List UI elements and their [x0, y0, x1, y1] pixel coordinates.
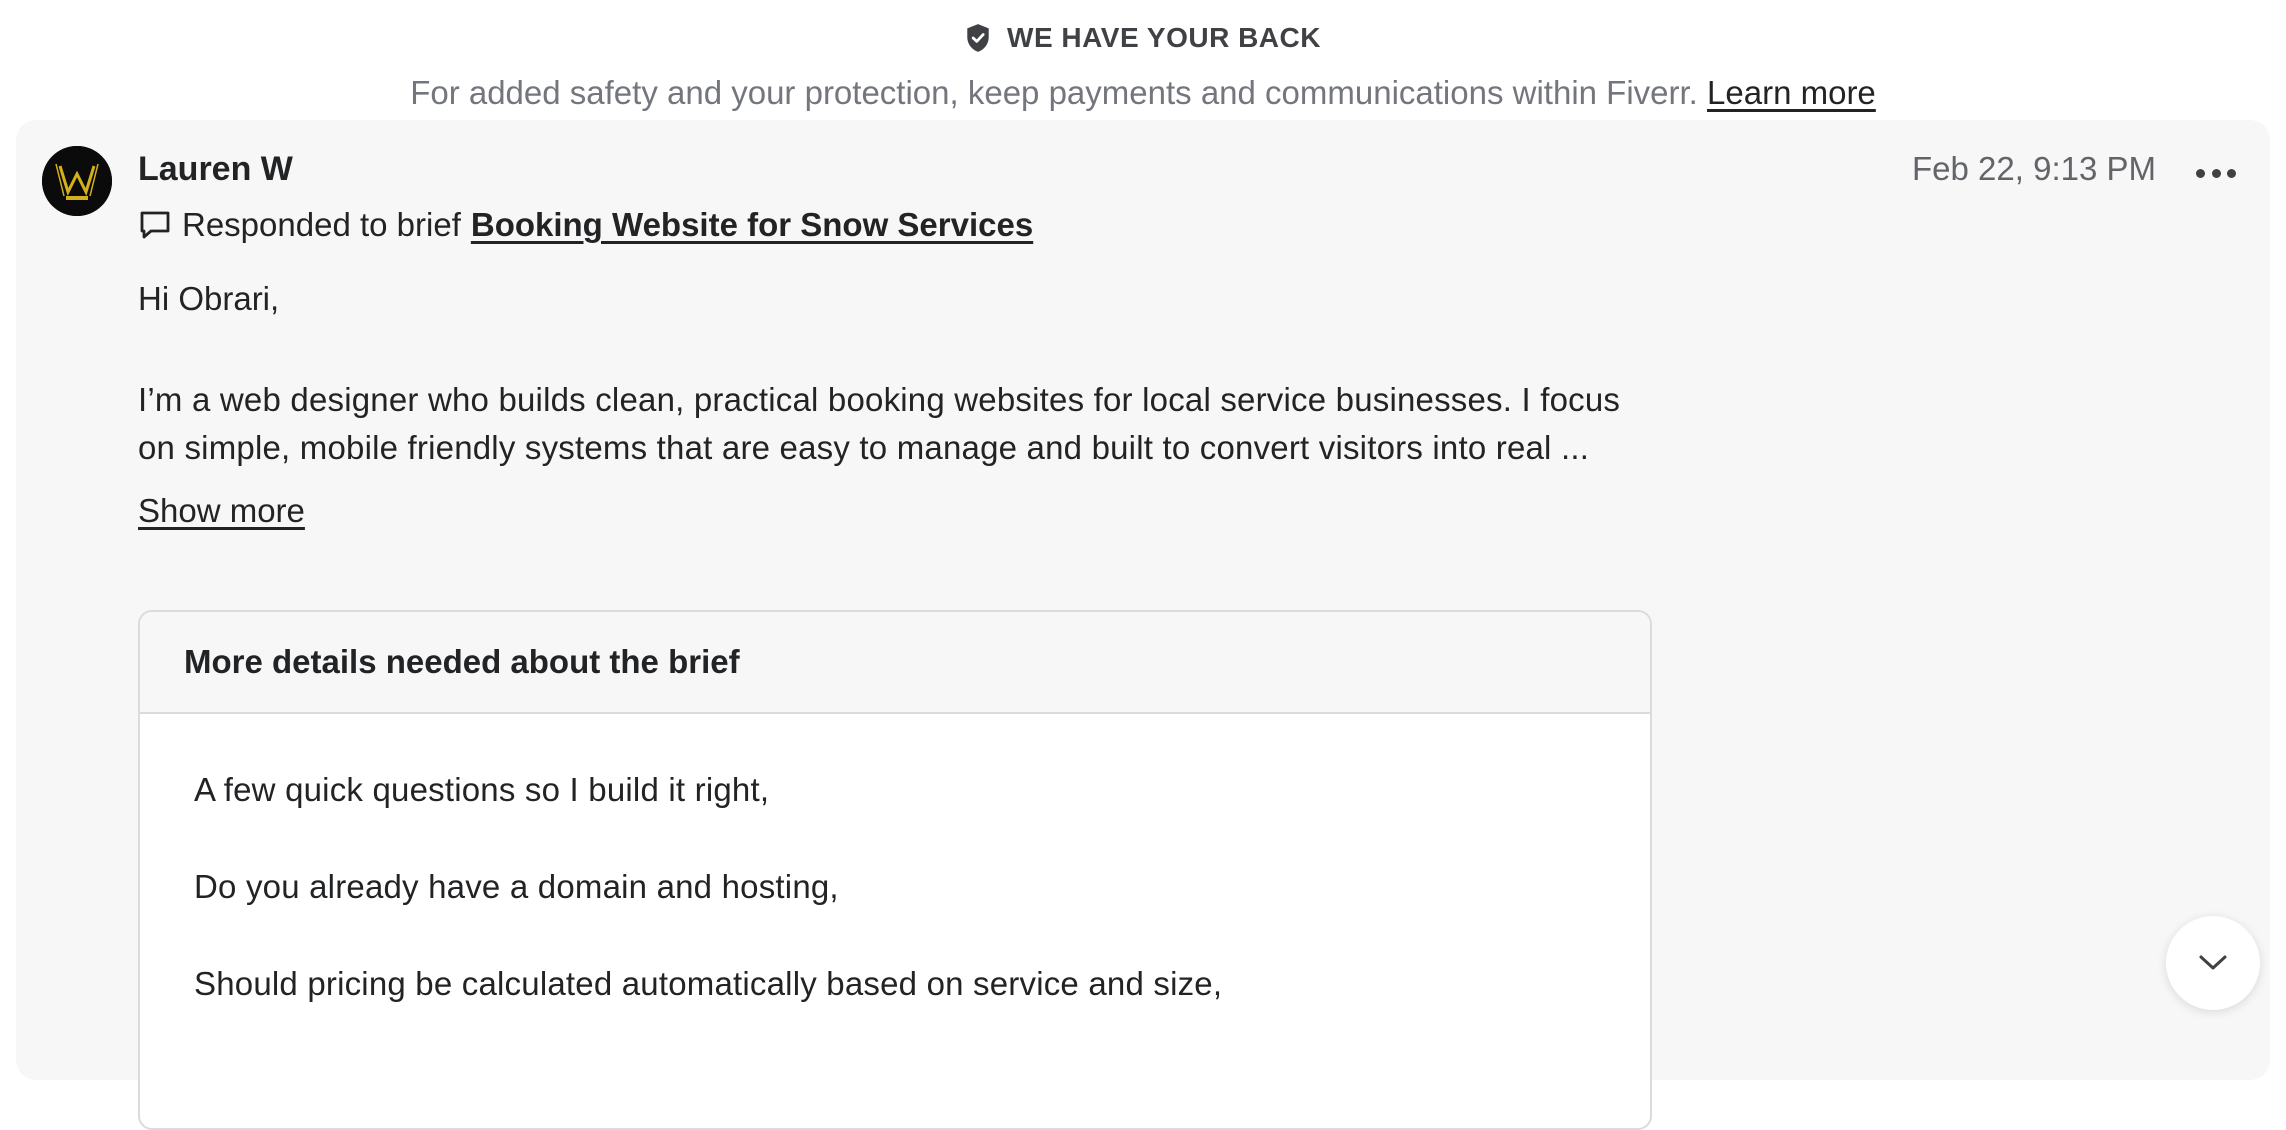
message-greeting: Hi Obrari,	[138, 280, 280, 317]
message-body: I’m a web designer who builds clean, pra…	[138, 376, 1678, 472]
more-dots-icon	[2196, 168, 2205, 178]
message-card: Lauren W Feb 22, 9:13 PM Responded to br…	[16, 120, 2270, 1130]
chat-bubble-icon	[140, 211, 170, 239]
safety-title-text: WE HAVE YOUR BACK	[1007, 22, 1321, 53]
scroll-down-button[interactable]	[2166, 916, 2260, 1010]
brief-details-box: More details needed about the brief A fe…	[138, 610, 1652, 1130]
avatar[interactable]	[42, 146, 112, 216]
show-more-link[interactable]: Show more	[138, 492, 305, 530]
learn-more-link[interactable]: Learn more	[1707, 74, 1876, 111]
shield-check-icon	[967, 24, 989, 52]
message-body-line: on simple, mobile friendly systems that …	[138, 429, 1590, 466]
message-timestamp: Feb 22, 9:13 PM	[1912, 150, 2156, 187]
sender-name[interactable]: Lauren W	[138, 150, 293, 189]
more-dot	[2211, 168, 2221, 178]
message-body-line: I’m a web designer who builds clean, pra…	[138, 381, 1621, 418]
more-options-button[interactable]	[2196, 158, 2236, 188]
details-question: Should pricing be calculated automatical…	[194, 965, 1223, 1002]
avatar-logo-icon	[42, 146, 112, 216]
details-question: A few quick questions so I build it righ…	[194, 771, 770, 808]
details-question: Do you already have a domain and hosting…	[194, 868, 839, 905]
safety-banner: WE HAVE YOUR BACK For added safety and y…	[0, 0, 2286, 118]
brief-prefix: Responded to brief	[182, 206, 461, 243]
brief-title-link[interactable]: Booking Website for Snow Services	[471, 206, 1033, 244]
brief-response-line: Responded to brief Booking Website for S…	[138, 206, 1033, 244]
more-dot	[2227, 168, 2236, 178]
chevron-down-icon	[2199, 955, 2227, 970]
safety-banner-title: WE HAVE YOUR BACK	[0, 22, 2286, 54]
safety-banner-text: For added safety and your protection, ke…	[0, 74, 2286, 112]
details-body: A few quick questions so I build it righ…	[140, 714, 1650, 1061]
safety-description: For added safety and your protection, ke…	[410, 74, 1698, 111]
details-header: More details needed about the brief	[140, 612, 1650, 714]
